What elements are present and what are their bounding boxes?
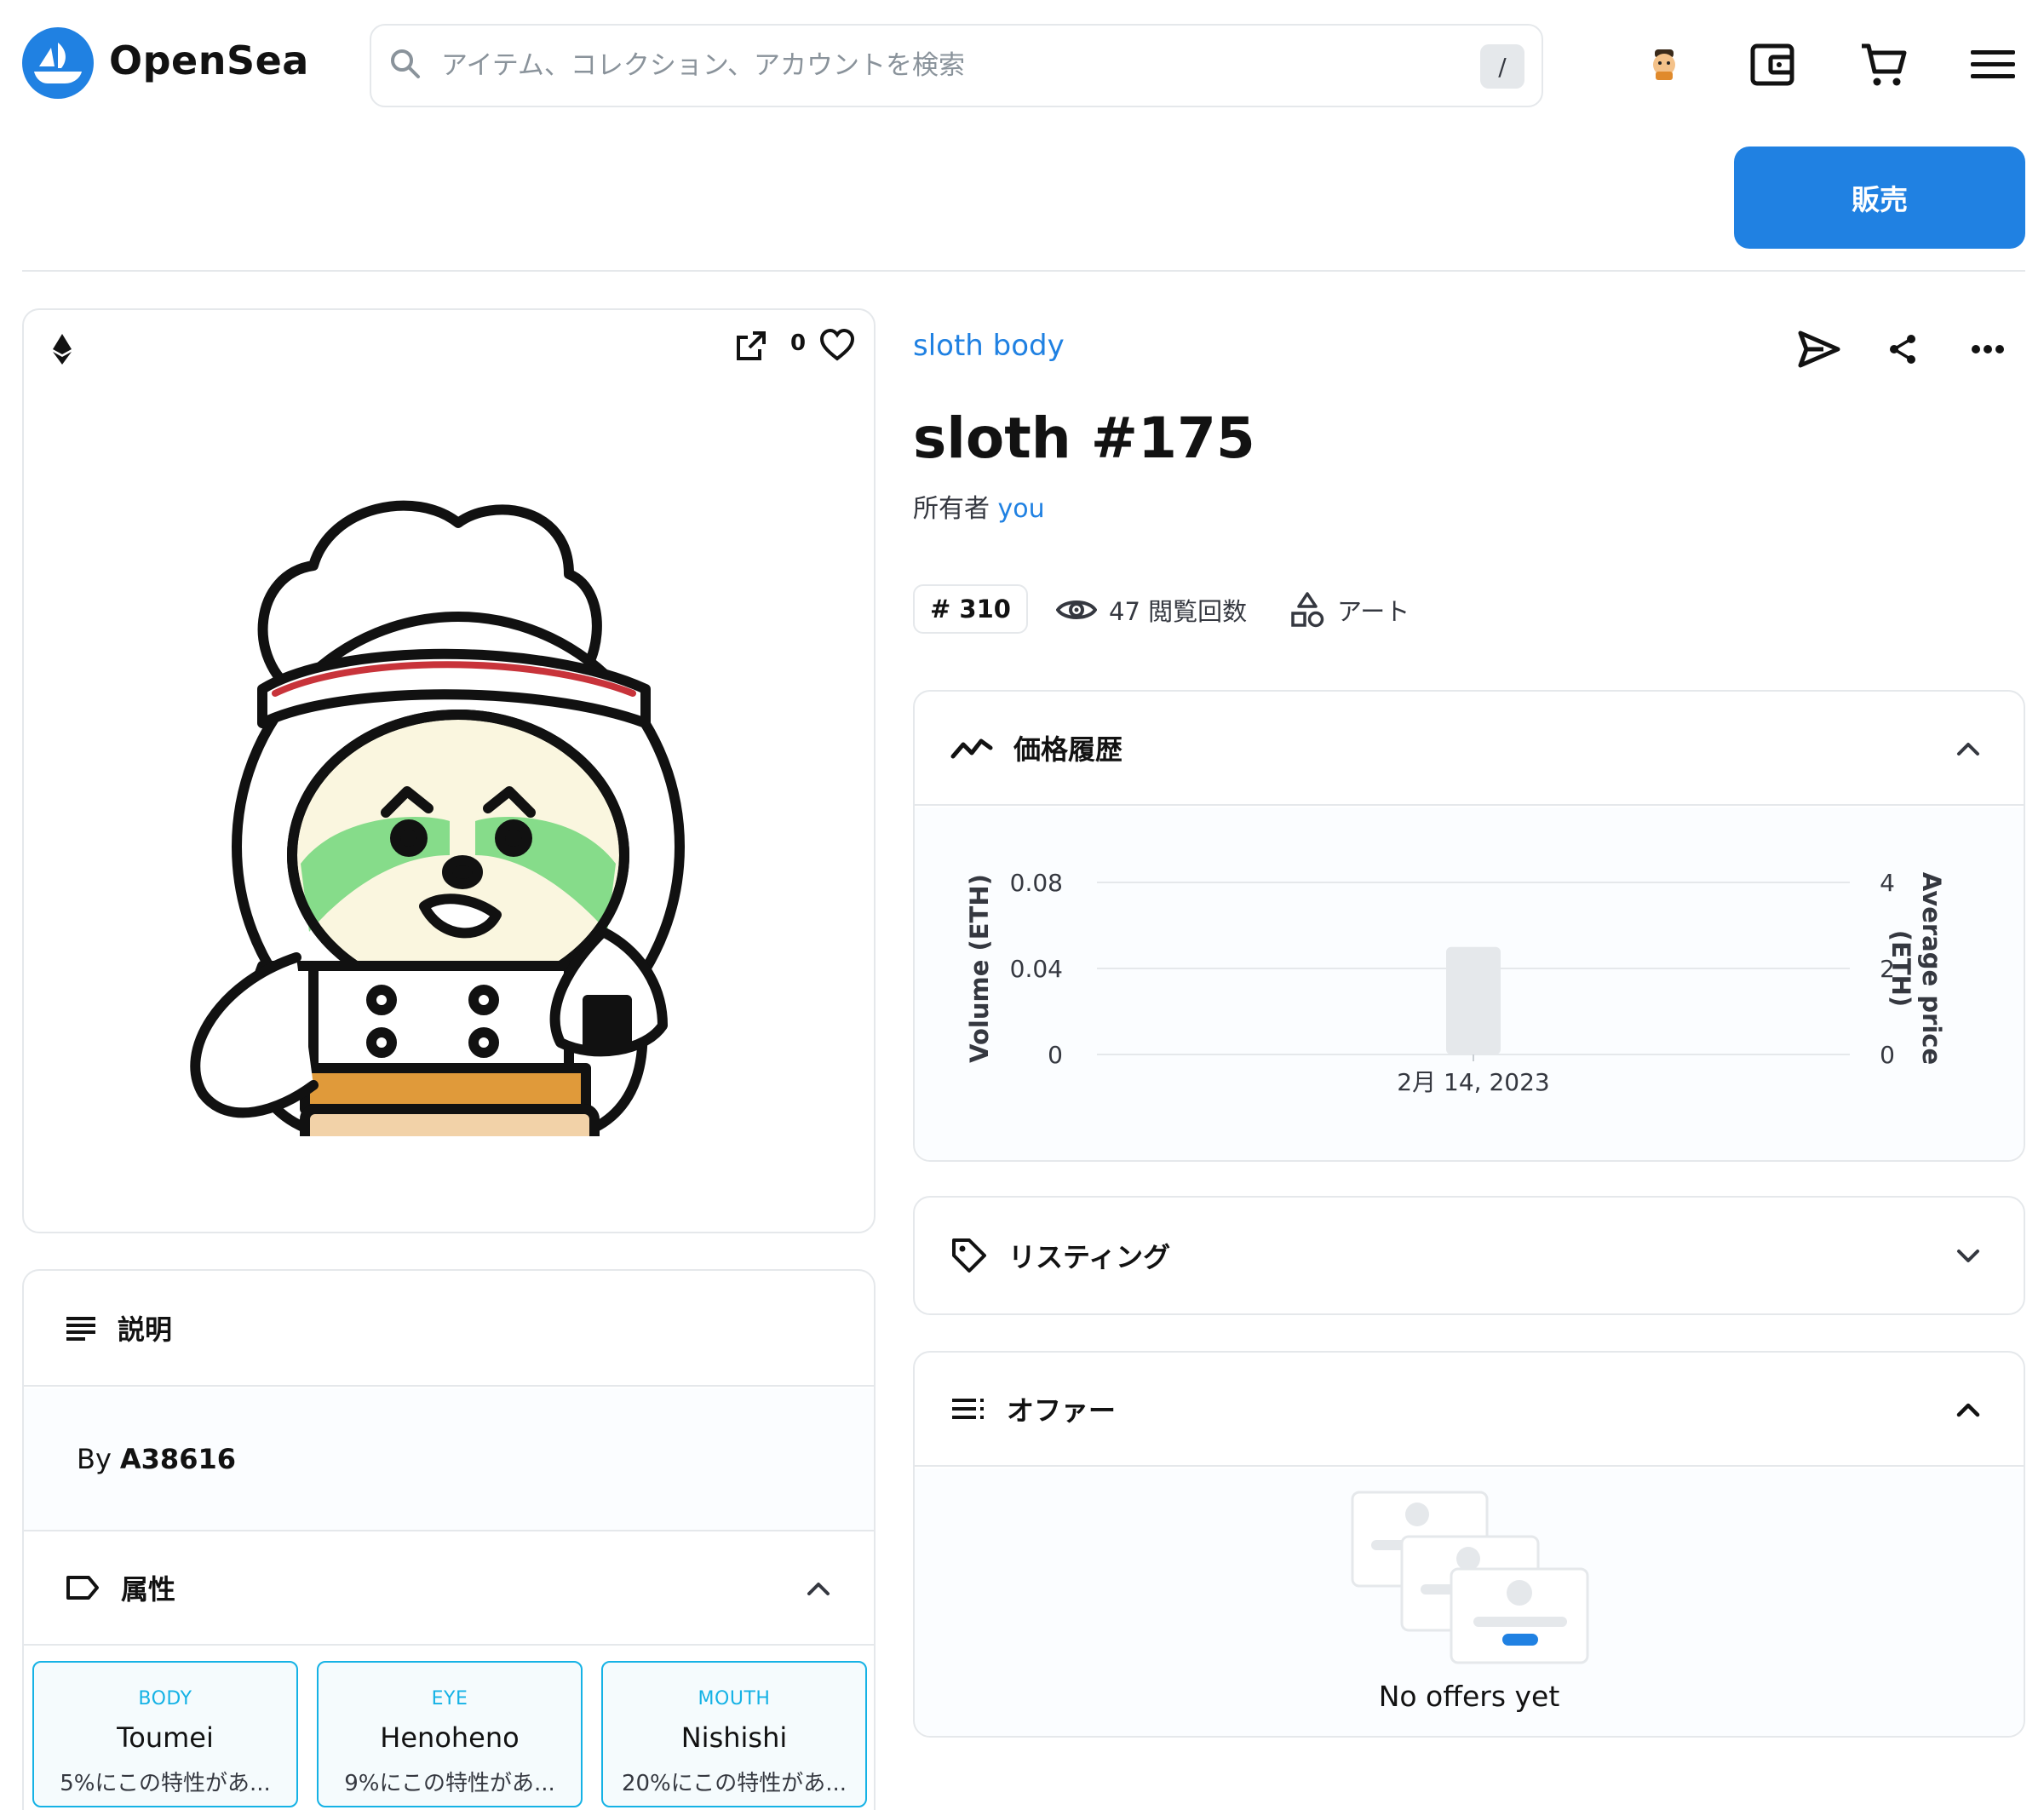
header-divider — [22, 270, 2025, 272]
chevron-down-icon[interactable] — [1955, 1239, 1981, 1272]
brand-name[interactable]: OpenSea — [109, 37, 309, 83]
trend-line-icon — [950, 734, 993, 761]
cart-icon[interactable] — [1850, 31, 1918, 99]
more-options-icon[interactable] — [1961, 322, 2015, 376]
category-label: アート — [1337, 597, 1410, 626]
creator-link[interactable]: A38616 — [120, 1443, 236, 1475]
search-shortcut-key: / — [1480, 44, 1524, 89]
search-icon — [388, 47, 422, 84]
description-header[interactable]: 説明 — [24, 1271, 874, 1387]
search-bar[interactable]: / — [370, 24, 1543, 107]
trait-type: BODY — [138, 1688, 192, 1709]
price-history-chart-area: 0 0 0.04 2 0.08 4 2月 14, 2023 Volume (ETH) Avera… — [915, 807, 2024, 1160]
tag-outline-icon — [65, 1574, 100, 1601]
trait-card[interactable]: BODY Toumei 5%にこの特性があ... — [32, 1661, 298, 1807]
listing-heading: リスティング — [1008, 1241, 1171, 1273]
trait-value: Toumei — [117, 1721, 214, 1754]
price-history-header[interactable]: 価格履歴 — [915, 692, 2024, 806]
chevron-up-icon[interactable] — [1955, 732, 1981, 764]
sloth-nft-image[interactable] — [169, 455, 765, 1136]
opensea-logo-icon[interactable] — [22, 27, 94, 99]
rank-badge: # 310 — [913, 584, 1028, 634]
view-count-text: 47 閲覧回数 — [1109, 597, 1248, 626]
volume-bar — [1446, 946, 1501, 1054]
profile-avatar-icon[interactable] — [1630, 31, 1698, 99]
view-count: 47 閲覧回数 — [1056, 588, 1247, 632]
attributes-heading: 属性 — [121, 1573, 176, 1606]
trait-rarity: 20%にこの特性があ... — [621, 1771, 847, 1796]
offers-list-icon — [950, 1396, 986, 1422]
listing-header[interactable]: リスティング — [915, 1198, 2024, 1313]
sell-button[interactable]: 販売 — [1734, 147, 2025, 249]
price-tag-icon — [950, 1237, 988, 1274]
collection-link[interactable]: sloth body — [913, 329, 1065, 363]
description-heading: 説明 — [118, 1313, 173, 1346]
offers-heading: オファー — [1007, 1394, 1117, 1427]
chevron-up-icon[interactable] — [1955, 1393, 1981, 1425]
ethereum-icon — [51, 332, 73, 370]
item-title: sloth #175 — [913, 405, 1255, 471]
owner-label: 所有者 — [913, 494, 990, 524]
description-body: By A38616 — [24, 1388, 874, 1531]
category-shapes-icon — [1289, 591, 1325, 629]
attributes-header[interactable]: 属性 — [24, 1531, 874, 1646]
item-image-card: 0 — [22, 308, 876, 1233]
y-axis-label: Volume (ETH) — [965, 874, 994, 1063]
y-tick-label: 0 — [1048, 1041, 1063, 1069]
heart-icon[interactable] — [819, 328, 855, 365]
trait-type: MOUTH — [698, 1688, 771, 1709]
y2-axis-label: Average price — [1917, 872, 1946, 1065]
trait-card[interactable]: EYE Henoheno 9%にこの特性があ... — [317, 1661, 583, 1807]
trait-rarity: 9%にこの特性があ... — [344, 1771, 555, 1796]
price-history-chart: 0 00.04 20.08 42月 14, 2023Volume (ETH) Avera… — [965, 869, 1946, 1096]
like-count: 0 — [790, 330, 807, 356]
menu-icon[interactable] — [1959, 31, 2027, 99]
owner-link[interactable]: you — [998, 494, 1045, 524]
trait-type: EYE — [431, 1688, 468, 1709]
offers-body: No offers yet — [915, 1468, 2024, 1736]
price-history-panel: 価格履歴 0 0 0.04 2 0.08 4 2月 14, 2023 Volume (ETH)… — [913, 690, 2025, 1162]
by-prefix: By — [77, 1443, 112, 1475]
listing-panel: リスティング — [913, 1196, 2025, 1315]
y2-axis-label-unit: (ETH) — [1886, 930, 1915, 1007]
search-input[interactable] — [441, 50, 1421, 81]
trait-rarity: 5%にこの特性があ... — [60, 1771, 271, 1796]
transfer-send-icon[interactable] — [1792, 322, 1846, 376]
y2-tick-label: 0 — [1880, 1041, 1895, 1069]
no-offers-text: No offers yet — [1378, 1680, 1560, 1713]
price-history-heading: 価格履歴 — [1013, 733, 1123, 766]
category[interactable]: アート — [1289, 588, 1410, 632]
trait-card[interactable]: MOUTH Nishishi 20%にこの特性があ... — [601, 1661, 867, 1807]
x-tick-label: 2月 14, 2023 — [1397, 1068, 1549, 1096]
y2-tick-label: 4 — [1880, 869, 1895, 897]
text-lines-icon — [65, 1314, 97, 1342]
wallet-icon[interactable] — [1739, 31, 1807, 99]
offers-header[interactable]: オファー — [915, 1353, 2024, 1467]
chevron-up-icon[interactable] — [806, 1572, 831, 1604]
empty-offers-illustration-icon — [1351, 1491, 1589, 1664]
y-tick-label: 0.04 — [1010, 955, 1063, 983]
y-tick-label: 0.08 — [1010, 869, 1063, 897]
eye-icon — [1056, 596, 1097, 623]
owner-line: 所有者 you — [913, 487, 1045, 525]
external-link-icon[interactable] — [734, 329, 768, 366]
offers-panel: オファー No offers yet — [913, 1351, 2025, 1738]
trait-value: Nishishi — [680, 1721, 788, 1754]
share-icon[interactable] — [1875, 322, 1930, 376]
trait-value: Henoheno — [380, 1721, 520, 1754]
